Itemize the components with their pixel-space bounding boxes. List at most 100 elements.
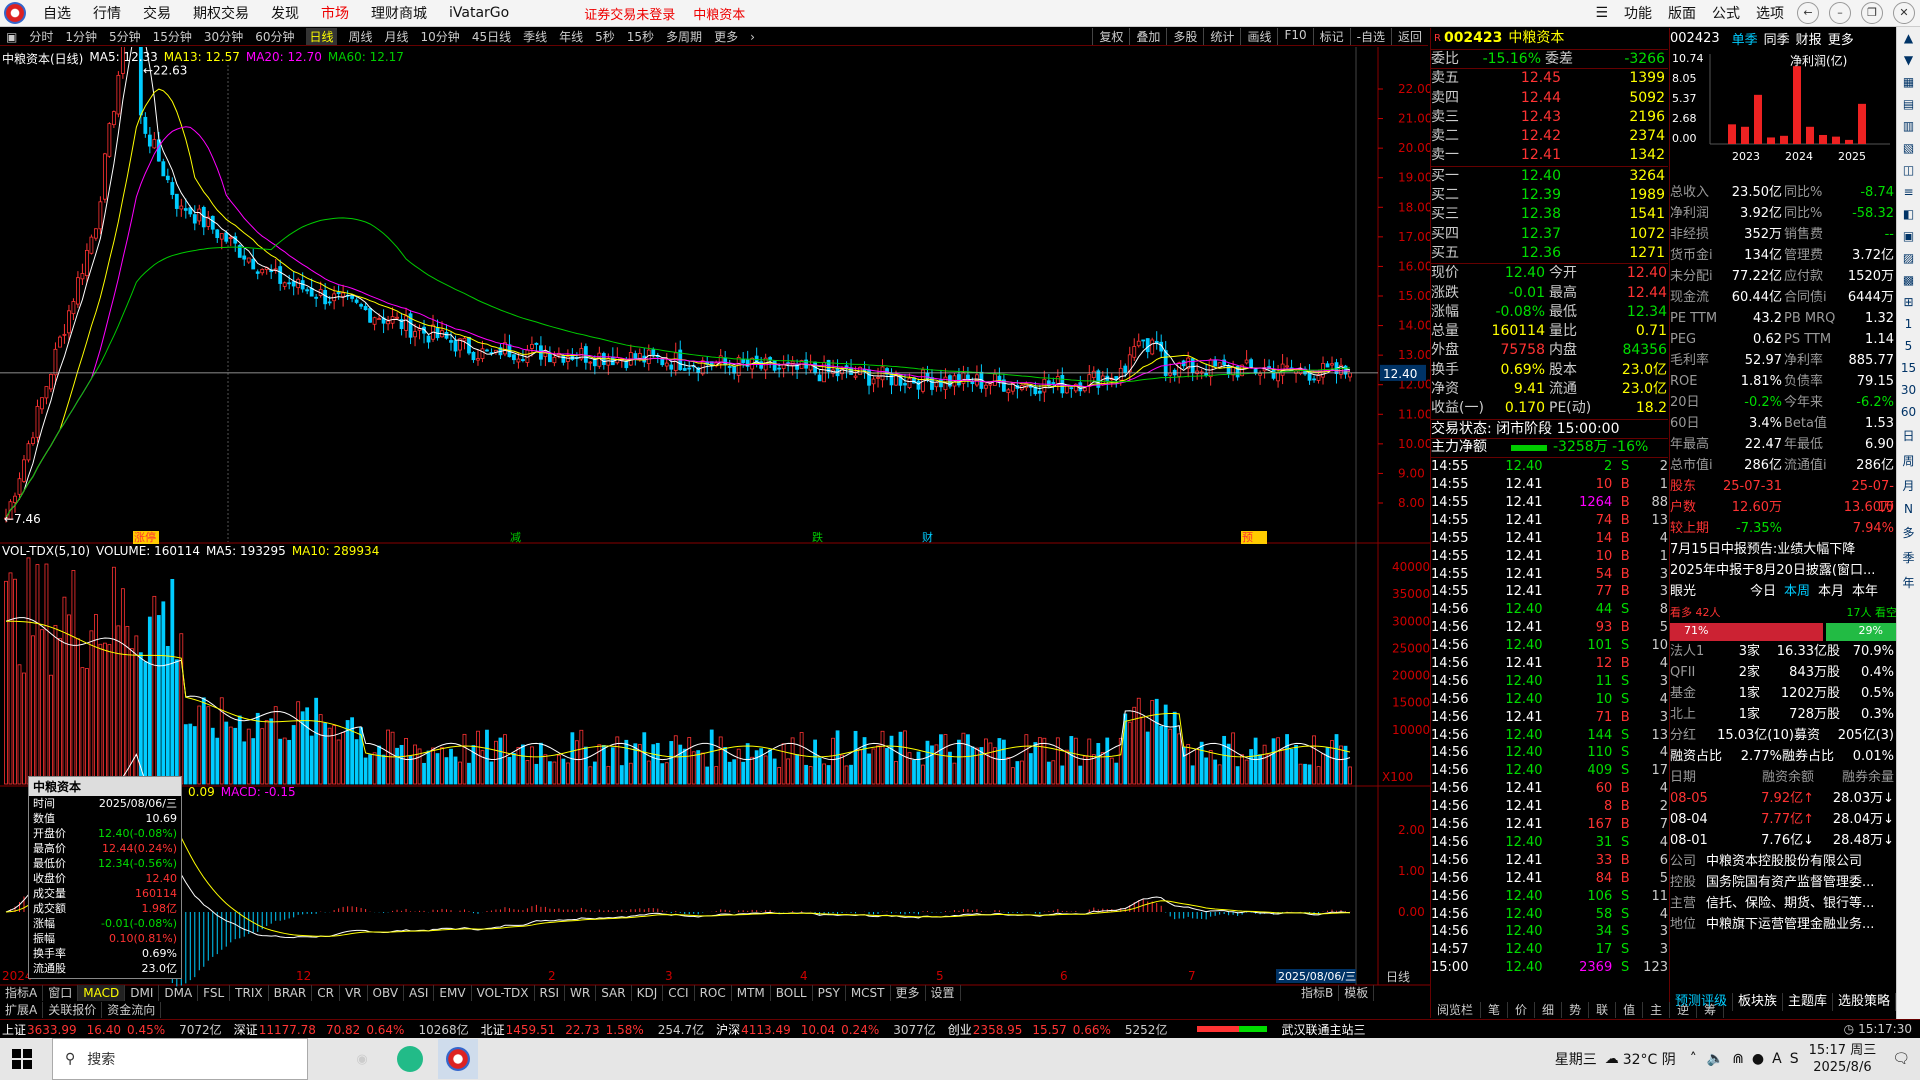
menu-item[interactable]: 行情 [93,3,121,23]
indicator-tab[interactable]: TRIX [230,985,269,1001]
period-item[interactable]: 15分钟 [153,28,192,45]
sidebar-tool-icon[interactable]: ▩ [1903,273,1914,287]
period-item-selected[interactable]: 日线 [306,28,337,45]
period-item[interactable]: 更多 [714,28,738,45]
period-item[interactable]: 月线 [385,28,409,45]
minimize-icon[interactable]: – [1829,2,1851,24]
indicator-tab[interactable]: EMV [434,985,472,1001]
sidebar-period[interactable]: 1 [1905,317,1913,331]
tick-list[interactable]: 14:55 12.40 2 S 2 14:55 12.41 10 B 1 14:55 12.41 126… [1431,458,1668,977]
indicator-tab[interactable]: WR [565,985,597,1001]
sogou-icon[interactable]: S [1790,1051,1799,1067]
panel-tab[interactable]: 阅览栏 [1430,1002,1482,1018]
close-icon[interactable]: ✕ [1893,2,1915,24]
list-menu-icon[interactable]: ☰ [1595,5,1608,21]
panel-tab[interactable]: 价 [1508,1002,1536,1018]
fin-tab[interactable]: 单季 [1732,29,1758,48]
sidebar-period[interactable]: 30 [1901,383,1916,397]
sidebar-tool-icon[interactable]: ▨ [1903,251,1914,265]
sidebar-period[interactable]: 周 [1902,452,1914,469]
indicator-tab[interactable]: MCST [846,985,891,1001]
eye-tab[interactable]: 本月 [1818,581,1844,602]
index-quote[interactable]: 北证1459.51 22.73 1.58% 254.7亿 [481,1021,704,1038]
period-item[interactable]: 季线 [523,28,547,45]
fin-bottom-tab[interactable]: 选股策略 [1833,993,1897,1011]
sidebar-tool-icon[interactable]: ⊞ [1903,295,1913,309]
indicator-tab[interactable]: ASI [404,985,435,1001]
server-label[interactable]: 武汉联通主站三 [1281,1021,1365,1038]
sidebar-tool-icon[interactable]: ▦ [1903,75,1914,89]
notification-icon[interactable]: 🗨 [1892,1051,1910,1067]
sidebar-tool-icon[interactable]: ≡ [1903,185,1913,199]
fin-tab[interactable]: 更多 [1828,29,1854,48]
sidebar-tool-icon[interactable]: ◧ [1903,207,1914,221]
toolbar-button[interactable]: 多股 [1166,28,1203,45]
sidebar-tool-icon[interactable]: ▼ [1904,53,1913,67]
indicator-tab[interactable]: BRAR [269,985,313,1001]
menu-item[interactable]: 功能 [1624,3,1652,23]
toolbar-button[interactable]: 复权 [1092,28,1129,45]
menu-item[interactable]: 版面 [1668,3,1696,23]
period-item[interactable]: 1分钟 [65,28,97,45]
chart-area[interactable]: 22.0021.0020.0019.0018.0017.0016.0015.00… [0,47,1430,992]
bid-price[interactable]: 12.40 [1471,167,1561,186]
panel-tab[interactable]: 势 [1562,1002,1590,1018]
sidebar-tool-icon[interactable]: ▤ [1903,97,1914,111]
toolbar-button[interactable]: 返回 [1390,28,1428,45]
period-item[interactable]: 分时 [29,28,53,45]
indicator-tab[interactable]: SAR [596,985,632,1001]
indicator-tab[interactable]: ROC [695,985,732,1001]
toolbar-button[interactable]: F10 [1277,28,1312,45]
network-icon[interactable]: ⋒ [1732,1051,1744,1067]
menu-item[interactable]: 期权交易 [193,3,249,23]
sidebar-period[interactable]: 15 [1901,361,1916,375]
indicator-tab[interactable]: BOLL [771,985,813,1001]
menu-item[interactable]: 发现 [271,3,299,23]
input-language[interactable]: A [1772,1051,1782,1067]
chevron-up-icon[interactable]: ˄ [1690,1051,1697,1067]
weather-label[interactable]: 32°C 阴 [1623,1049,1676,1069]
ask-price[interactable]: 12.43 [1471,108,1561,127]
indicator-tab[interactable]: MTM [732,985,771,1001]
volume-icon[interactable]: 🔈 [1707,1051,1724,1067]
restore-icon[interactable]: ❐ [1861,2,1883,24]
index-quote[interactable]: 创业2358.95 15.57 0.66% 5252亿 [948,1021,1168,1038]
menu-item[interactable]: iVatarGo [449,5,509,21]
taskbar-search[interactable]: ⚲ 搜索 [52,1038,308,1080]
eye-tab[interactable]: 本周 [1784,581,1810,602]
indicator-tab[interactable]: 扩展A [0,1002,44,1018]
menu-item[interactable]: 选项 [1756,3,1784,23]
sidebar-period[interactable]: 日 [1902,427,1914,444]
period-item[interactable]: 年线 [559,28,583,45]
tab-indicator-b[interactable]: 指标B [1296,985,1340,1001]
news-item[interactable]: 7月15日中报预告:业绩大幅下降 [1670,539,1897,560]
indicator-tab[interactable]: OBV [368,985,405,1001]
indicator-tab[interactable]: RSI [535,985,566,1001]
fin-bottom-tab[interactable]: 板块族 [1733,993,1784,1011]
chevron-right-icon[interactable]: › [750,30,755,44]
period-item[interactable]: 周线 [349,28,373,45]
sidebar-period[interactable]: 季 [1902,549,1914,566]
indicator-tab[interactable]: 窗口 [43,985,79,1001]
period-item[interactable]: 5分钟 [109,28,141,45]
indicator-tab[interactable]: DMA [159,985,199,1001]
bid-price[interactable]: 12.38 [1471,205,1561,224]
bid-price[interactable]: 12.36 [1471,244,1561,263]
sidebar-period[interactable]: 月 [1902,477,1914,494]
sidebar-period[interactable]: 多 [1902,524,1914,541]
menu-item[interactable]: 公式 [1712,3,1740,23]
bid-price[interactable]: 12.39 [1471,186,1561,205]
ask-price[interactable]: 12.45 [1471,69,1561,88]
indicator-tab[interactable]: KDJ [632,985,664,1001]
toolbar-button[interactable]: -自选 [1349,28,1391,45]
toolbar-button[interactable]: 叠加 [1129,28,1166,45]
toolbar-button[interactable]: 统计 [1203,28,1240,45]
sidebar-tool-icon[interactable]: ◫ [1903,163,1914,177]
menu-item[interactable]: 理财商城 [371,3,427,23]
indicator-tab[interactable]: CCI [663,985,695,1001]
ask-price[interactable]: 12.42 [1471,127,1561,146]
ask-price[interactable]: 12.41 [1471,146,1561,165]
indicator-tab[interactable]: VR [340,985,368,1001]
period-item[interactable]: 60分钟 [255,28,294,45]
index-quote[interactable]: 深证11177.78 70.82 0.64% 10268亿 [234,1021,469,1038]
